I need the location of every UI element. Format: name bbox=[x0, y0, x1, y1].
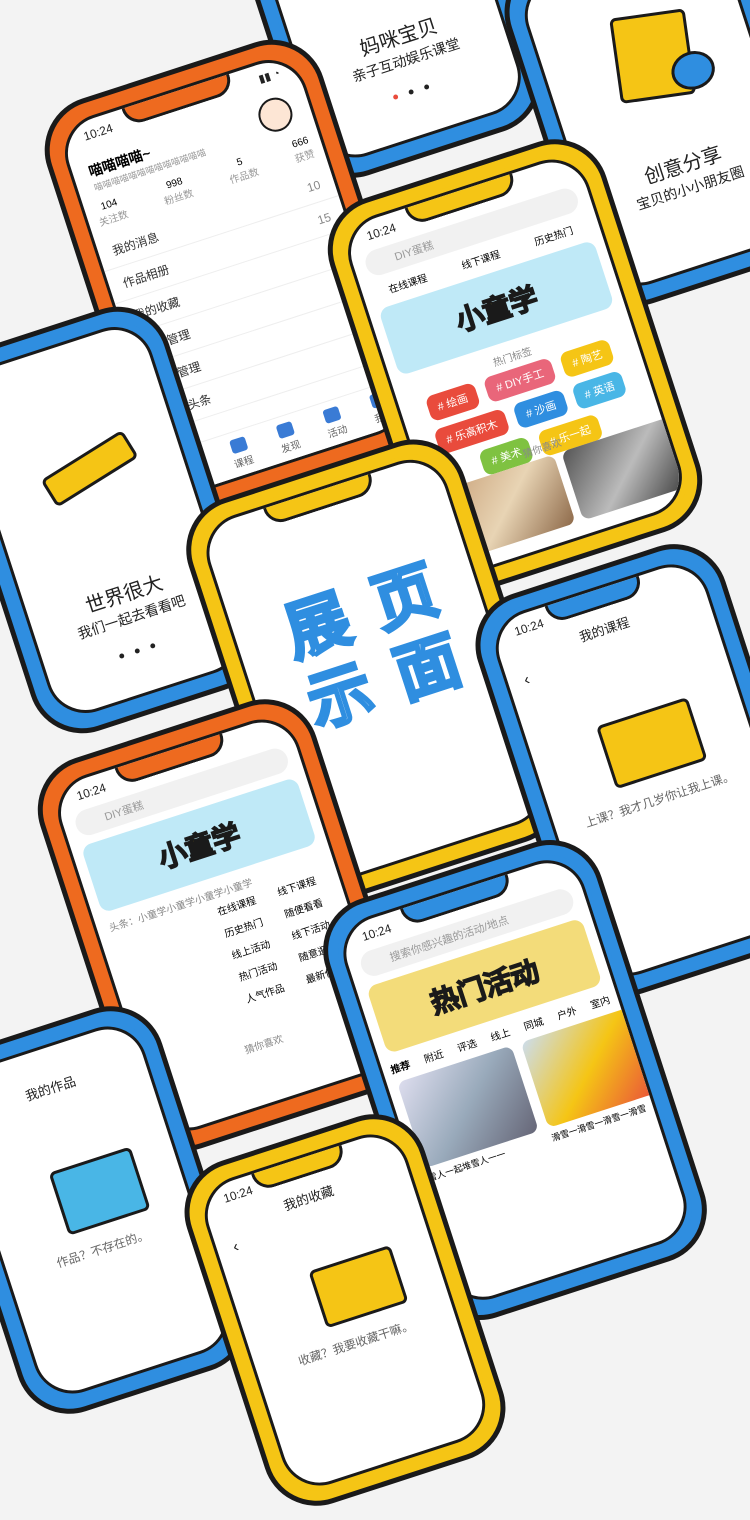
filter-tab[interactable]: 线上 bbox=[488, 1024, 511, 1044]
status-time: 10:24 bbox=[364, 220, 398, 244]
filter-tab[interactable]: 评选 bbox=[455, 1034, 478, 1055]
shortcut-history[interactable]: 历史热门 bbox=[532, 222, 574, 249]
avatar[interactable] bbox=[254, 93, 297, 137]
filter-tab[interactable]: 户外 bbox=[555, 1002, 578, 1023]
picture-icon bbox=[48, 1146, 151, 1236]
status-time: 10:24 bbox=[81, 120, 115, 144]
tab-activity[interactable]: 活动 bbox=[320, 405, 349, 440]
filter-tab[interactable]: 室内 bbox=[588, 991, 611, 1012]
page-title: 我的作品 bbox=[23, 1073, 78, 1104]
stat-follow[interactable]: 104 关注数 bbox=[93, 195, 130, 229]
tag[interactable]: # 英语 bbox=[571, 369, 628, 411]
stat-fans[interactable]: 998 粉丝数 bbox=[159, 174, 195, 208]
shortcut-offline[interactable]: 线下课程 bbox=[459, 246, 501, 272]
status-time: 10:24 bbox=[74, 780, 108, 804]
signal-icon: ▮▮ ◔ bbox=[257, 67, 282, 86]
folder-icon bbox=[308, 1244, 409, 1329]
status-time: 10:24 bbox=[512, 616, 546, 639]
shortcut-online[interactable]: 在线课程 bbox=[386, 269, 429, 296]
stat-works[interactable]: 5 作品数 bbox=[224, 153, 260, 186]
back-icon[interactable]: ‹ bbox=[231, 1238, 242, 1257]
tab-course[interactable]: 课程 bbox=[227, 435, 255, 471]
back-icon[interactable]: ‹ bbox=[522, 671, 533, 690]
tag[interactable]: # 沙画 bbox=[512, 388, 570, 430]
filter-tab[interactable]: 推荐 bbox=[388, 1056, 412, 1077]
filter-tab[interactable]: 附近 bbox=[422, 1045, 445, 1066]
status-time: 10:24 bbox=[221, 1183, 255, 1206]
telescope-icon bbox=[40, 429, 139, 508]
tab-discover[interactable]: 发现 bbox=[274, 420, 302, 455]
stat-likes[interactable]: 666 获赞 bbox=[289, 135, 316, 165]
status-time: 10:24 bbox=[360, 921, 394, 944]
filter-tab[interactable]: 同城 bbox=[521, 1013, 545, 1034]
book-icon bbox=[595, 696, 708, 790]
